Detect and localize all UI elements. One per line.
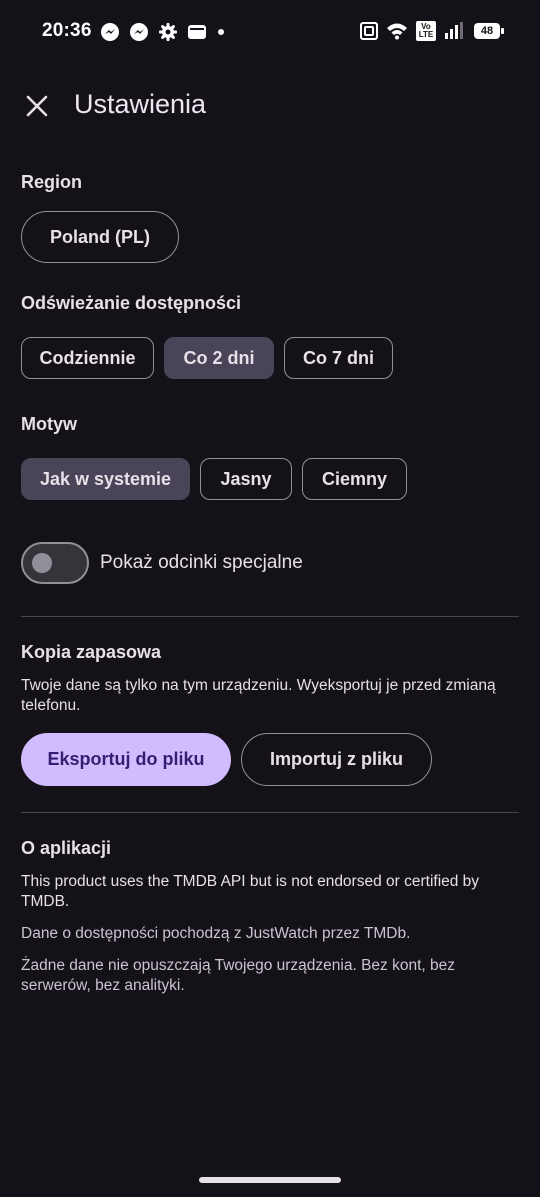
region-value: Poland (PL): [50, 226, 150, 247]
chip-label: Co 2 dni: [183, 347, 255, 368]
tmdb-notice: This product uses the TMDB API but is no…: [21, 873, 480, 910]
region-label: Region: [21, 172, 82, 192]
wallet-icon: [188, 25, 206, 39]
page-title: Ustawienia: [74, 89, 207, 119]
status-time: 20:36: [42, 20, 92, 41]
justwatch-notice: Dane o dostępności pochodzą z JustWatch …: [21, 925, 411, 942]
system-icons: Vo LTE 48: [360, 21, 504, 41]
about-label: O aplikacji: [21, 838, 112, 858]
dot-icon: [218, 29, 224, 35]
theme-option-light[interactable]: Jasny: [200, 458, 292, 500]
refresh-option-2-days[interactable]: Co 2 dni: [164, 337, 274, 379]
close-icon: [26, 95, 48, 117]
import-button[interactable]: Importuj z pliku: [241, 733, 432, 786]
chip-label: Ciemny: [321, 468, 388, 489]
messenger-icon: [101, 23, 119, 41]
status-bar: 20:36 Vo LTE 48: [0, 0, 540, 64]
battery-tip: [501, 28, 504, 34]
export-button-label: Eksportuj do pliku: [47, 749, 205, 769]
chip-label: Codziennie: [39, 347, 136, 368]
theme-option-dark[interactable]: Ciemny: [302, 458, 407, 500]
close-button[interactable]: [17, 86, 57, 126]
theme-option-system[interactable]: Jak w systemie: [21, 458, 190, 500]
backup-label: Kopia zapasowa: [21, 642, 162, 662]
special-episodes-label: Pokaż odcinki specjalne: [100, 552, 303, 573]
divider: [21, 616, 519, 617]
notification-icons: [100, 22, 226, 42]
chip-label: Co 7 dni: [303, 347, 374, 368]
battery-icon: 48: [474, 23, 504, 39]
top-app-bar: Ustawienia: [0, 80, 540, 132]
volte-icon: Vo LTE: [416, 21, 436, 41]
backup-description: Twoje dane są tylko na tym urządzeniu. W…: [21, 677, 496, 714]
refresh-label: Odświeżanie dostępności: [21, 293, 242, 313]
special-episodes-switch[interactable]: [21, 542, 89, 584]
gesture-navigation-bar[interactable]: [199, 1177, 341, 1183]
import-button-label: Importuj z pliku: [270, 749, 403, 769]
region-selector-button[interactable]: Poland (PL): [21, 211, 179, 263]
divider: [21, 812, 519, 813]
chip-label: Jak w systemie: [39, 468, 172, 489]
settings-gear-icon: [159, 23, 177, 41]
signal-icon: [445, 22, 463, 39]
wifi-icon: [387, 23, 407, 40]
refresh-option-daily[interactable]: Codziennie: [21, 337, 154, 379]
export-button[interactable]: Eksportuj do pliku: [21, 733, 231, 786]
theme-label: Motyw: [21, 414, 77, 434]
volte-bottom-label: LTE: [418, 30, 434, 39]
chip-label: Jasny: [220, 468, 272, 489]
battery-level: 48: [480, 25, 494, 37]
switch-thumb: [32, 553, 52, 573]
privacy-notice: Żadne dane nie opuszczają Twojego urządz…: [21, 957, 455, 994]
refresh-option-7-days[interactable]: Co 7 dni: [284, 337, 393, 379]
messenger-icon: [130, 23, 148, 41]
nfc-icon: [360, 22, 378, 40]
